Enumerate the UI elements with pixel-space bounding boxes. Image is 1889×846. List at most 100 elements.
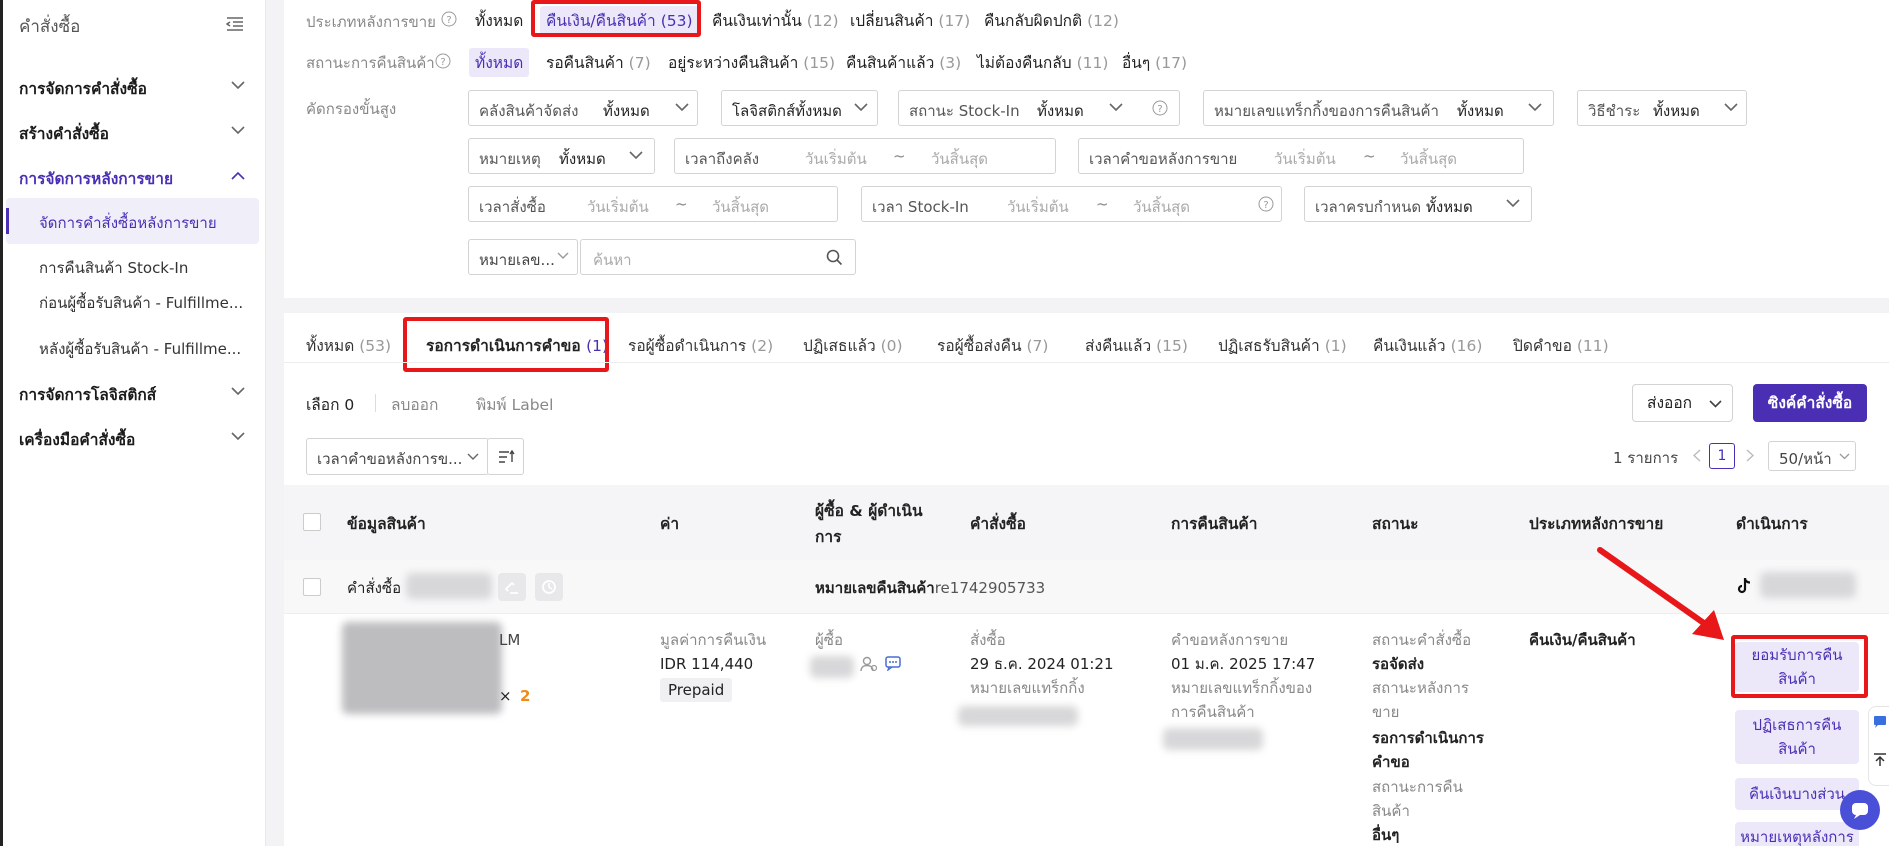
chevron-down-icon <box>1506 199 1520 208</box>
stockin-status-select[interactable]: สถานะ Stock-In ทั้งหมด ? <box>898 90 1180 126</box>
status-return: อื่นๆ <box>1372 826 1400 844</box>
chevron-up-icon[interactable] <box>231 171 245 180</box>
tab-rejected[interactable]: ปฏิเสธแล้ว (0) <box>803 333 903 358</box>
search-input[interactable]: ค้นหา <box>580 239 856 275</box>
status-aftersale: รอการดำเนินการ <box>1372 729 1484 747</box>
prev-page-icon[interactable] <box>1693 449 1701 462</box>
sidebar-item-before-receive[interactable]: ก่อนผู้ซื้อรับสินค้า - Fulfillme... <box>39 291 243 315</box>
filter-status-returning[interactable]: อยู่ระหว่างคืนสินค้า (15) <box>668 50 835 75</box>
chat-icon[interactable] <box>885 656 901 671</box>
qty-x: × <box>499 687 512 705</box>
sidebar-section-order-tools[interactable]: เครื่องมือคำสั่งซื้อ <box>19 427 135 452</box>
row-checkbox[interactable] <box>303 578 321 596</box>
chevron-down-icon[interactable] <box>231 387 245 396</box>
payment-select[interactable]: วิธีชำระ ทั้งหมด <box>1577 90 1747 126</box>
tiktok-icon <box>1736 577 1752 595</box>
tab-returned[interactable]: ส่งคืนแล้ว (15) <box>1085 333 1188 358</box>
col-status: สถานะ <box>1372 515 1419 533</box>
chevron-down-icon <box>1839 453 1850 460</box>
help-icon: ? <box>1258 196 1274 212</box>
filter-status-all[interactable]: ทั้งหมด <box>469 48 530 77</box>
svg-text:?: ? <box>440 57 445 68</box>
reason-select[interactable]: หมายเหตุ ทั้งหมด <box>468 138 655 174</box>
user-icon[interactable] <box>860 656 878 672</box>
product-image-blurred <box>342 622 502 714</box>
sidebar-section-create-order[interactable]: สร้างคำสั่งซื้อ <box>19 121 109 146</box>
history-icon[interactable] <box>535 573 563 601</box>
status-aftersale-2: คำขอ <box>1372 753 1410 771</box>
filter-type-exchange[interactable]: เปลี่ยนสินค้า (17) <box>850 8 970 33</box>
filter-type-all[interactable]: ทั้งหมด <box>475 8 523 33</box>
sidebar-item-aftersale-orders[interactable]: จัดการคำสั่งซื้อหลังการขาย <box>39 211 217 235</box>
tab-waiting-return[interactable]: รอผู้ซื้อส่งคืน (7) <box>937 333 1048 358</box>
shop-name-blurred <box>1760 572 1856 598</box>
sort-order-button[interactable] <box>487 438 524 475</box>
buyer-name-blurred <box>810 656 854 678</box>
help-icon: ? <box>435 53 451 69</box>
highlight-box <box>403 317 609 372</box>
stockin-time-range[interactable]: เวลา Stock-In วันเริ่มต้น ~ วันสิ้นสุด ? <box>861 186 1282 222</box>
sidebar-section-aftersale[interactable]: การจัดการหลังการขาย <box>19 166 173 191</box>
filter-status-no-return[interactable]: ไม่ต้องคืนกลับ (11) <box>977 50 1108 75</box>
col-price: ค่า <box>660 515 680 533</box>
sidebar-section-order-management[interactable]: การจัดการคำสั่งซื้อ <box>19 76 147 101</box>
select-all-checkbox[interactable] <box>303 513 321 531</box>
col-product: ข้อมูลสินค้า <box>347 515 426 533</box>
filter-status-waiting-return[interactable]: รอคืนสินค้า (7) <box>546 50 651 75</box>
tab-reject-receive[interactable]: ปฏิเสธรับสินค้า (1) <box>1218 333 1347 358</box>
warehouse-select[interactable]: คลังสินค้าจัดส่ง ทั้งหมด <box>468 90 698 126</box>
chat-support-button[interactable] <box>1840 790 1880 830</box>
order-no-label: คำสั่งซื้อ <box>347 579 402 597</box>
chevron-down-icon <box>1724 103 1738 112</box>
return-tracking-label: หมายเลขแทร็กกิ้งของ <box>1171 679 1313 697</box>
next-page-icon[interactable] <box>1746 449 1754 462</box>
collapse-menu-icon[interactable] <box>226 16 244 32</box>
page-1-button[interactable]: 1 <box>1709 443 1735 469</box>
chevron-down-icon[interactable] <box>231 81 245 90</box>
sidebar-item-stockin[interactable]: การคืนสินค้า Stock-In <box>39 256 188 280</box>
sidebar-item-after-receive[interactable]: หลังผู้ซื้อรับสินค้า - Fulfillme... <box>39 337 241 361</box>
filter-type-abnormal[interactable]: คืนกลับผิดปกติ (12) <box>984 8 1119 33</box>
tracking-blurred <box>958 706 1078 726</box>
tab-waiting-buyer[interactable]: รอผู้ซื้อดำเนินการ (2) <box>628 333 773 358</box>
aftersale-note-button[interactable]: หมายเหตุหลังการ <box>1735 822 1859 846</box>
status-order-label: สถานะคำสั่งซื้อ <box>1372 631 1472 649</box>
copy-icon[interactable] <box>498 573 526 601</box>
feedback-icon <box>1874 716 1886 728</box>
order-time-range[interactable]: เวลาสั่งซื้อ วันเริ่มต้น ~ วันสิ้นสุด <box>468 186 838 222</box>
tab-all[interactable]: ทั้งหมด (53) <box>306 333 391 358</box>
chat-bubble-icon <box>1852 803 1868 819</box>
filter-status-others[interactable]: อื่นๆ (17) <box>1122 50 1187 75</box>
print-label-button[interactable]: พิมพ์ Label <box>476 392 553 417</box>
delete-button[interactable]: ลบออก <box>391 392 438 417</box>
return-tracking-label-2: การคืนสินค้า <box>1171 703 1255 721</box>
logistics-select[interactable]: โลจิสติกส์ทั้งหมด <box>721 90 878 126</box>
chevron-down-icon[interactable] <box>231 126 245 135</box>
reject-return-button[interactable]: ปฏิเสธการคืน สินค้า <box>1735 710 1859 764</box>
col-actions: ดำเนินการ <box>1736 515 1808 533</box>
highlight-box <box>1731 635 1868 698</box>
col-buyer-operator-2: การ <box>815 528 842 546</box>
search-type-select[interactable]: หมายเลข... <box>468 239 578 275</box>
sort-select[interactable]: เวลาคำขอหลังการข... <box>306 438 489 475</box>
order-tracking-label: หมายเลขแทร็กกิ้ง <box>970 679 1085 697</box>
aftersale-type-label: ประเภทหลังการขาย <box>306 13 436 31</box>
svg-text:?: ? <box>446 15 451 26</box>
chevron-down-icon[interactable] <box>231 432 245 441</box>
return-tracking-select[interactable]: หมายเลขแทร็กกิ้งของการคืนสินค้า ทั้งหมด <box>1203 90 1554 126</box>
sidebar-active-bar <box>6 208 9 234</box>
per-page-select[interactable]: 50/หน้า <box>1768 441 1856 471</box>
tab-refunded[interactable]: คืนเงินแล้ว (16) <box>1373 333 1482 358</box>
chevron-down-icon <box>1109 103 1123 112</box>
sidebar-section-logistics[interactable]: การจัดการโลจิสติกส์ <box>19 382 156 407</box>
selected-count: เลือก 0 <box>306 396 355 414</box>
svg-text:?: ? <box>1157 104 1162 115</box>
tab-closed[interactable]: ปิดคำขอ (11) <box>1513 333 1609 358</box>
sync-orders-button[interactable]: ซิงค์คำสั่งซื้อ <box>1753 384 1867 422</box>
warehouse-time-range[interactable]: เวลาถึงคลัง วันเริ่มต้น ~ วันสิ้นสุด <box>674 138 1056 174</box>
aftersale-time-range[interactable]: เวลาคำขอหลังการขาย วันเริ่มต้น ~ วันสิ้น… <box>1078 138 1524 174</box>
filter-status-returned[interactable]: คืนสินค้าแล้ว (3) <box>846 50 961 75</box>
export-button[interactable]: ส่งออก <box>1632 384 1733 422</box>
filter-type-refund-only[interactable]: คืนเงินเท่านั้น (12) <box>712 8 839 33</box>
deadline-select[interactable]: เวลาครบกำหนด ทั้งหมด <box>1304 186 1532 222</box>
